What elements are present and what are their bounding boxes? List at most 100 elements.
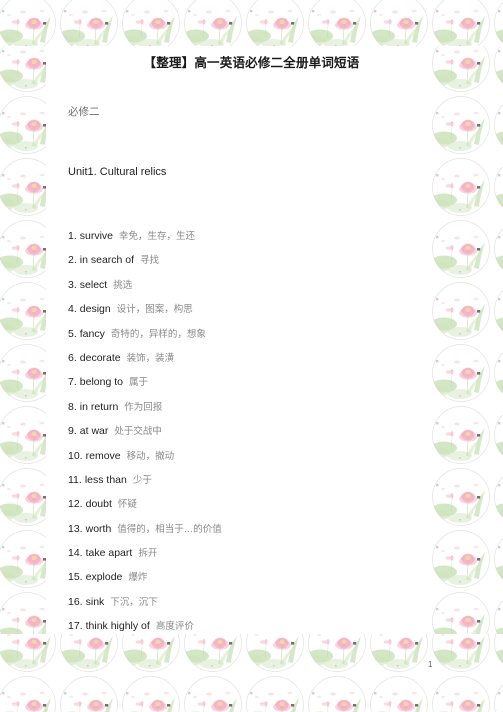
vocabulary-item: 8. in return 作为回报	[68, 399, 418, 423]
vocabulary-number: 12.	[68, 498, 83, 511]
vocabulary-item: 15. explode 爆炸	[68, 569, 418, 593]
vocabulary-item: 14. take apart 拆开	[68, 545, 418, 569]
vocabulary-gloss: 装饰，装潢	[126, 352, 175, 364]
lotus-watermark-icon	[120, 0, 182, 46]
vocabulary-gloss: 高度评价	[155, 621, 194, 633]
lotus-watermark-icon	[0, 280, 46, 342]
vocabulary-term: in return	[79, 400, 119, 413]
vocabulary-term: doubt	[85, 498, 112, 511]
lotus-watermark-icon	[430, 0, 492, 46]
vocabulary-number: 11.	[68, 473, 82, 486]
lotus-watermark-icon	[492, 528, 503, 590]
vocabulary-number: 5.	[68, 327, 77, 340]
vocabulary-list: 1. survive 幸免，生存，生还 2. in search of 寻找 3. selec…	[68, 228, 418, 643]
vocabulary-item: 17. think highly of 高度评价	[68, 618, 418, 642]
lotus-watermark-icon	[306, 674, 368, 712]
vocabulary-item: 13. worth 值得的，相当于…的价值	[68, 521, 418, 545]
vocabulary-gloss: 寻找	[140, 255, 160, 267]
lotus-watermark-icon	[492, 466, 503, 528]
vocabulary-item: 12. doubt 怀疑	[68, 496, 418, 520]
lotus-watermark-icon	[492, 218, 503, 280]
vocabulary-number: 14.	[68, 547, 83, 560]
watermark-grid	[0, 46, 46, 634]
lotus-watermark-icon	[120, 674, 182, 712]
vocabulary-number: 2.	[68, 254, 77, 267]
vocabulary-term: belong to	[79, 376, 123, 389]
lotus-watermark-icon	[492, 156, 503, 218]
lotus-watermark-icon	[430, 156, 492, 218]
vocabulary-gloss: 幸免，生存，生还	[119, 231, 196, 242]
vocabulary-number: 8.	[68, 400, 77, 413]
vocabulary-item: 16. sink 下沉，沉下	[68, 594, 418, 618]
vocabulary-number: 4.	[68, 303, 77, 316]
vocabulary-item: 1. survive 幸免，生存，生还	[68, 228, 418, 252]
watermark-grid	[0, 0, 503, 46]
lotus-watermark-icon	[0, 218, 46, 280]
lotus-watermark-icon	[58, 0, 120, 46]
lotus-watermark-icon	[492, 634, 503, 674]
lotus-watermark-icon	[182, 0, 244, 46]
watermark-band-top	[0, 0, 503, 46]
lotus-watermark-icon	[492, 280, 503, 342]
lotus-watermark-icon	[430, 404, 492, 466]
lotus-watermark-icon	[306, 0, 368, 46]
unit-heading: Unit1. Cultural relics	[68, 166, 167, 178]
vocabulary-item: 9. at war 处于交战中	[68, 423, 418, 447]
lotus-watermark-icon	[492, 94, 503, 156]
vocabulary-gloss: 奇特的，异样的，想象	[110, 328, 206, 340]
lotus-watermark-icon	[368, 0, 430, 46]
vocabulary-number: 10.	[68, 449, 83, 462]
vocabulary-term: less than	[84, 473, 127, 486]
vocabulary-gloss: 怀疑	[117, 499, 137, 511]
vocabulary-item: 7. belong to 属于	[68, 374, 418, 398]
vocabulary-gloss: 处于交战中	[114, 426, 162, 438]
lotus-watermark-icon	[0, 674, 58, 712]
vocabulary-term: take apart	[85, 547, 133, 560]
lotus-watermark-icon	[430, 528, 492, 590]
lotus-watermark-icon	[0, 156, 46, 218]
lotus-watermark-icon	[0, 528, 46, 590]
lotus-watermark-icon	[368, 674, 430, 712]
page-number: 1	[428, 660, 433, 669]
watermark-band-right	[430, 46, 503, 634]
lotus-watermark-icon	[0, 94, 46, 156]
lotus-watermark-icon	[0, 0, 58, 46]
vocabulary-term: remove	[85, 449, 121, 462]
vocabulary-term: worth	[85, 522, 112, 535]
lotus-watermark-icon	[492, 674, 503, 712]
lotus-watermark-icon	[430, 466, 492, 528]
lotus-watermark-icon	[244, 0, 306, 46]
vocabulary-term: fancy	[79, 327, 105, 340]
lotus-watermark-icon	[0, 466, 46, 528]
watermark-band-left	[0, 46, 46, 634]
vocabulary-item: 3. select 挑选	[68, 277, 418, 301]
document-page: 【整理】高一英语必修二全册单词短语 必修二 Unit1. Cultural re…	[0, 0, 503, 712]
lotus-watermark-icon	[430, 94, 492, 156]
vocabulary-item: 4. design 设计，图案，构思	[68, 301, 418, 325]
lotus-watermark-icon	[430, 590, 492, 634]
vocabulary-number: 17.	[68, 620, 83, 633]
vocabulary-number: 7.	[68, 376, 77, 389]
vocabulary-term: sink	[85, 595, 105, 608]
vocabulary-gloss: 设计，图案，构思	[116, 304, 193, 316]
vocabulary-term: in search of	[79, 254, 135, 267]
vocabulary-term: think highly of	[85, 620, 150, 633]
watermark-grid	[0, 634, 503, 712]
vocabulary-gloss: 属于	[128, 377, 148, 389]
vocabulary-term: decorate	[79, 351, 121, 364]
vocabulary-gloss: 挑选	[113, 279, 133, 291]
vocabulary-item: 2. in search of 寻找	[68, 252, 418, 276]
vocabulary-number: 13.	[68, 522, 83, 535]
lotus-watermark-icon	[0, 404, 46, 466]
vocabulary-term: design	[79, 303, 111, 316]
vocabulary-term: explode	[85, 571, 123, 584]
vocabulary-item: 11. less than 少于	[68, 472, 418, 496]
watermark-band-bottom	[0, 634, 503, 712]
lotus-watermark-icon	[0, 590, 46, 634]
document-subtitle: 必修二	[68, 106, 100, 118]
vocabulary-gloss: 移动，撤动	[126, 450, 175, 462]
vocabulary-item: 5. fancy 奇特的，异样的，想象	[68, 326, 418, 350]
lotus-watermark-icon	[0, 342, 46, 404]
lotus-watermark-icon	[492, 590, 503, 634]
lotus-watermark-icon	[430, 218, 492, 280]
